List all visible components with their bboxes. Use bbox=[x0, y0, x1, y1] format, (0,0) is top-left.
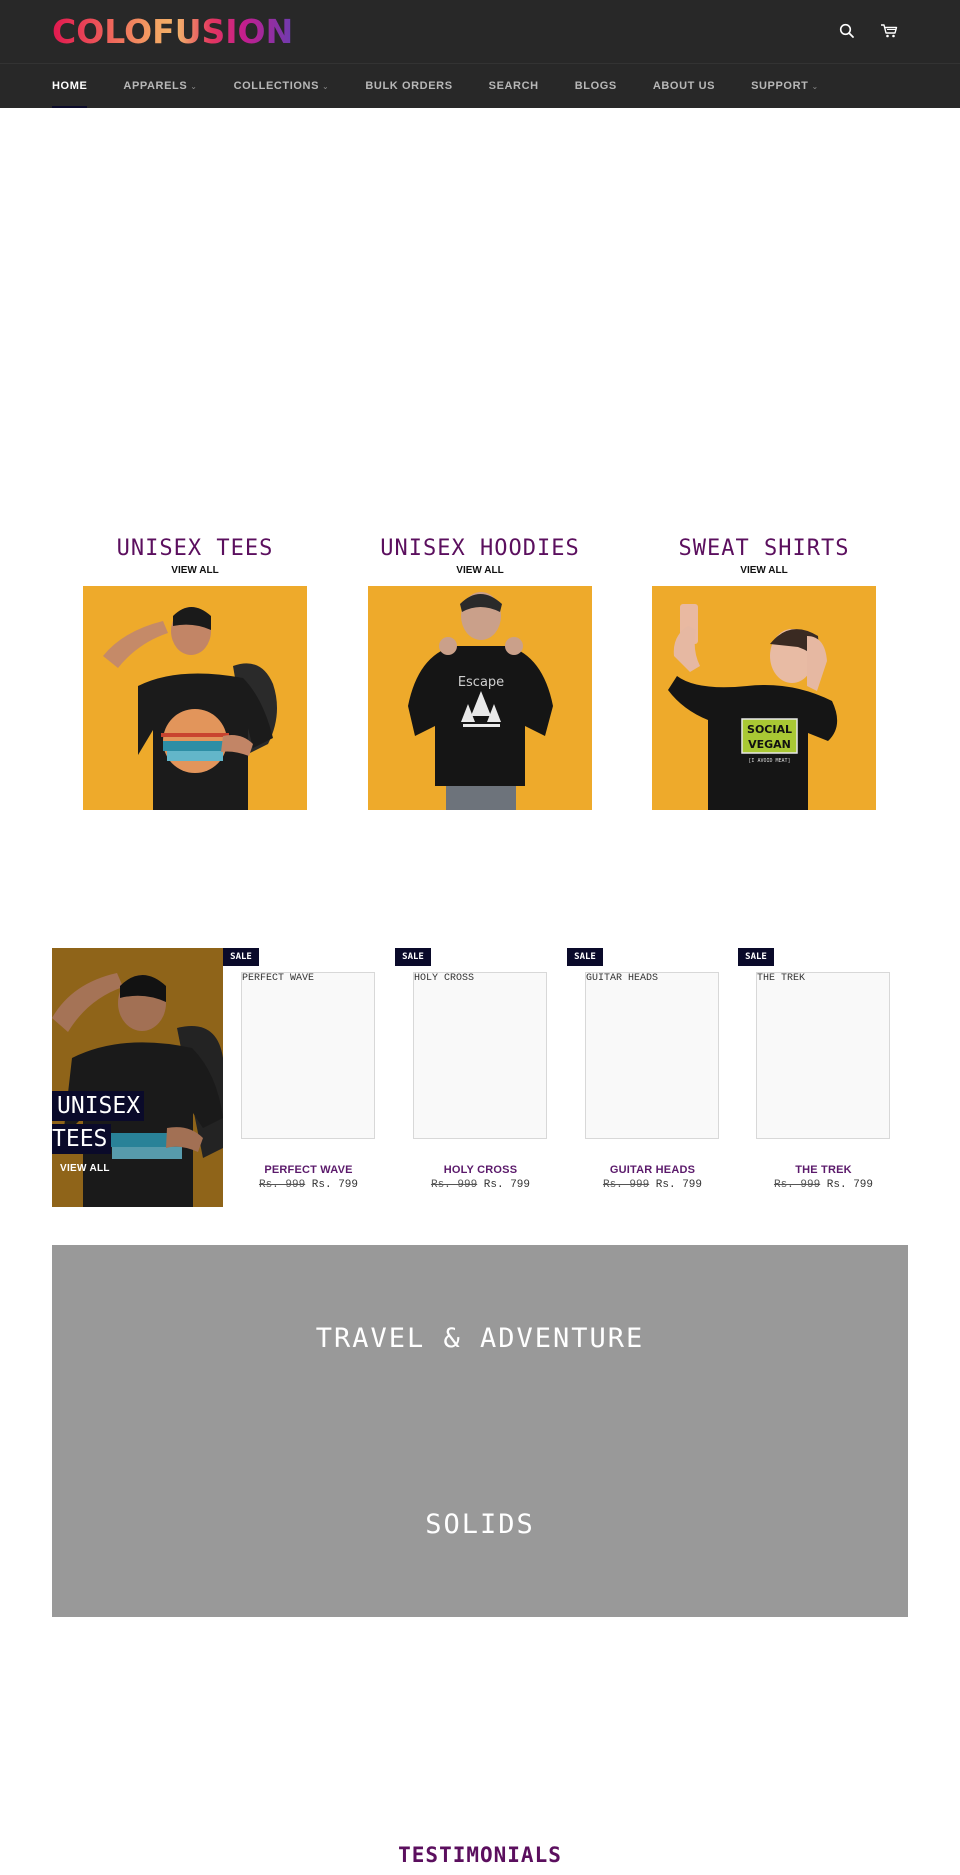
sale-badge: SALE bbox=[395, 948, 431, 966]
product-price: Rs. 999 Rs. 799 bbox=[395, 1179, 566, 1191]
product-image-alt: GUITAR HEADS bbox=[586, 973, 659, 984]
original-price: Rs. 999 bbox=[430, 1179, 478, 1191]
sale-badge: SALE bbox=[738, 948, 774, 966]
nav-item-collections[interactable]: COLLECTIONS ⌄ bbox=[234, 64, 330, 108]
nav-item-label: APPARELS bbox=[123, 80, 188, 92]
product-card: SALE PERFECT WAVE PERFECT WAVE Rs. 999 Rs. … bbox=[223, 948, 394, 1191]
product-price: Rs. 999 Rs. 799 bbox=[567, 1179, 738, 1191]
nav-item-label: HOME bbox=[52, 80, 88, 92]
nav-list: HOME APPARELS ⌄ COLLECTIONS ⌄ BULK ORDERS SEAR… bbox=[52, 64, 819, 108]
sale-badge: SALE bbox=[223, 948, 259, 966]
collection-title[interactable]: SWEAT SHIRTS bbox=[652, 536, 876, 562]
product-name[interactable]: GUITAR HEADS bbox=[567, 1164, 738, 1176]
product-name[interactable]: THE TREK bbox=[738, 1164, 909, 1176]
featured-view-all-link[interactable]: VIEW ALL bbox=[60, 1163, 110, 1174]
nav-item-blogs[interactable]: BLOGS bbox=[575, 64, 617, 108]
nav-item-support[interactable]: SUPPORT ⌄ bbox=[751, 64, 819, 108]
product-name[interactable]: PERFECT WAVE bbox=[223, 1164, 394, 1176]
sale-price: Rs. 799 bbox=[483, 1179, 531, 1191]
original-price: Rs. 999 bbox=[602, 1179, 650, 1191]
original-price: Rs. 999 bbox=[258, 1179, 306, 1191]
featured-title-line1: UNISEX bbox=[52, 1091, 145, 1121]
product-image-alt: HOLY CROSS bbox=[414, 973, 475, 984]
product-image[interactable]: GUITAR HEADS bbox=[585, 972, 719, 1139]
nav-item-label: SUPPORT bbox=[751, 80, 809, 92]
product-card: SALE GUITAR HEADS GUITAR HEADS Rs. 999 Rs. … bbox=[567, 948, 738, 1191]
man-hoodie-illustration: Escape bbox=[368, 586, 592, 810]
hoodie-print-text: Escape bbox=[458, 675, 504, 690]
nav-item-about-us[interactable]: ABOUT US bbox=[653, 64, 715, 108]
nav-item-home[interactable]: HOME bbox=[52, 64, 88, 108]
product-image-alt: PERFECT WAVE bbox=[242, 973, 315, 984]
chevron-down-icon: ⌄ bbox=[322, 81, 330, 91]
collection-card: SWEAT SHIRTS VIEW ALL SOCIAL VEGAN [I AV… bbox=[652, 536, 876, 810]
site-header: COLOFUSION bbox=[0, 0, 960, 64]
product-image[interactable]: PERFECT WAVE bbox=[241, 972, 375, 1139]
product-image-alt: THE TREK bbox=[757, 973, 806, 984]
nav-item-bulk-orders[interactable]: BULK ORDERS bbox=[365, 64, 452, 108]
product-image[interactable]: HOLY CROSS bbox=[413, 972, 547, 1139]
nav-item-label: ABOUT US bbox=[652, 80, 716, 92]
sale-price: Rs. 799 bbox=[655, 1179, 703, 1191]
product-image[interactable]: THE TREK bbox=[756, 972, 890, 1139]
view-all-link[interactable]: VIEW ALL bbox=[652, 565, 876, 577]
view-all-link[interactable]: VIEW ALL bbox=[368, 565, 592, 577]
product-card: SALE HOLY CROSS HOLY CROSS Rs. 999 Rs. 799 bbox=[395, 948, 566, 1191]
chevron-down-icon: ⌄ bbox=[190, 81, 198, 91]
banner-link-solids[interactable]: SOLIDS bbox=[52, 1509, 908, 1540]
svg-text:VEGAN: VEGAN bbox=[748, 738, 791, 751]
search-icon[interactable] bbox=[836, 20, 858, 42]
sale-price: Rs. 799 bbox=[826, 1179, 874, 1191]
header-icons bbox=[836, 20, 900, 42]
cart-icon[interactable] bbox=[878, 20, 900, 42]
sweatshirt-print-text: SOCIAL bbox=[747, 723, 792, 736]
main-nav: HOME APPARELS ⌄ COLLECTIONS ⌄ BULK ORDERS SEAR… bbox=[0, 64, 960, 108]
chevron-down-icon: ⌄ bbox=[811, 81, 819, 91]
featured-tile[interactable]: UNISEX TEES VIEW ALL bbox=[52, 948, 223, 1207]
nav-item-label: BLOGS bbox=[574, 80, 617, 92]
nav-item-label: COLLECTIONS bbox=[233, 80, 320, 92]
nav-item-search[interactable]: SEARCH bbox=[489, 64, 539, 108]
nav-item-label: BULK ORDERS bbox=[365, 80, 453, 92]
product-price: Rs. 999 Rs. 799 bbox=[223, 1179, 394, 1191]
logo[interactable]: COLOFUSION bbox=[52, 14, 293, 50]
woman-sweatshirt-illustration: SOCIAL VEGAN [I AVOID MEAT] bbox=[652, 586, 876, 810]
collection-card: UNISEX TEES VIEW ALL bbox=[83, 536, 307, 810]
sale-badge: SALE bbox=[567, 948, 603, 966]
product-name[interactable]: HOLY CROSS bbox=[395, 1164, 566, 1176]
testimonials-heading: TESTIMONIALS bbox=[398, 1843, 562, 1867]
view-all-link[interactable]: VIEW ALL bbox=[83, 565, 307, 577]
nav-item-label: SEARCH bbox=[488, 80, 539, 92]
svg-text:[I AVOID MEAT]: [I AVOID MEAT] bbox=[748, 758, 790, 764]
original-price: Rs. 999 bbox=[773, 1179, 821, 1191]
product-card: SALE THE TREK THE TREK Rs. 999 Rs. 799 bbox=[738, 948, 909, 1191]
man-backpack-illustration bbox=[83, 586, 307, 810]
collection-title[interactable]: UNISEX HOODIES bbox=[368, 536, 592, 562]
collection-card: UNISEX HOODIES VIEW ALL Escape bbox=[368, 536, 592, 810]
nav-item-apparels[interactable]: APPARELS ⌄ bbox=[123, 64, 197, 108]
collection-banner: TRAVEL & ADVENTURE SOLIDS bbox=[52, 1245, 908, 1617]
collection-image[interactable]: SOCIAL VEGAN [I AVOID MEAT] bbox=[652, 586, 876, 810]
collection-image[interactable]: Escape bbox=[368, 586, 592, 810]
sale-price: Rs. 799 bbox=[311, 1179, 359, 1191]
featured-title-line2: TEES bbox=[52, 1124, 112, 1154]
banner-link-travel-adventure[interactable]: TRAVEL & ADVENTURE bbox=[52, 1323, 908, 1354]
product-price: Rs. 999 Rs. 799 bbox=[738, 1179, 909, 1191]
collection-image[interactable] bbox=[83, 586, 307, 810]
collection-title[interactable]: UNISEX TEES bbox=[83, 536, 307, 562]
